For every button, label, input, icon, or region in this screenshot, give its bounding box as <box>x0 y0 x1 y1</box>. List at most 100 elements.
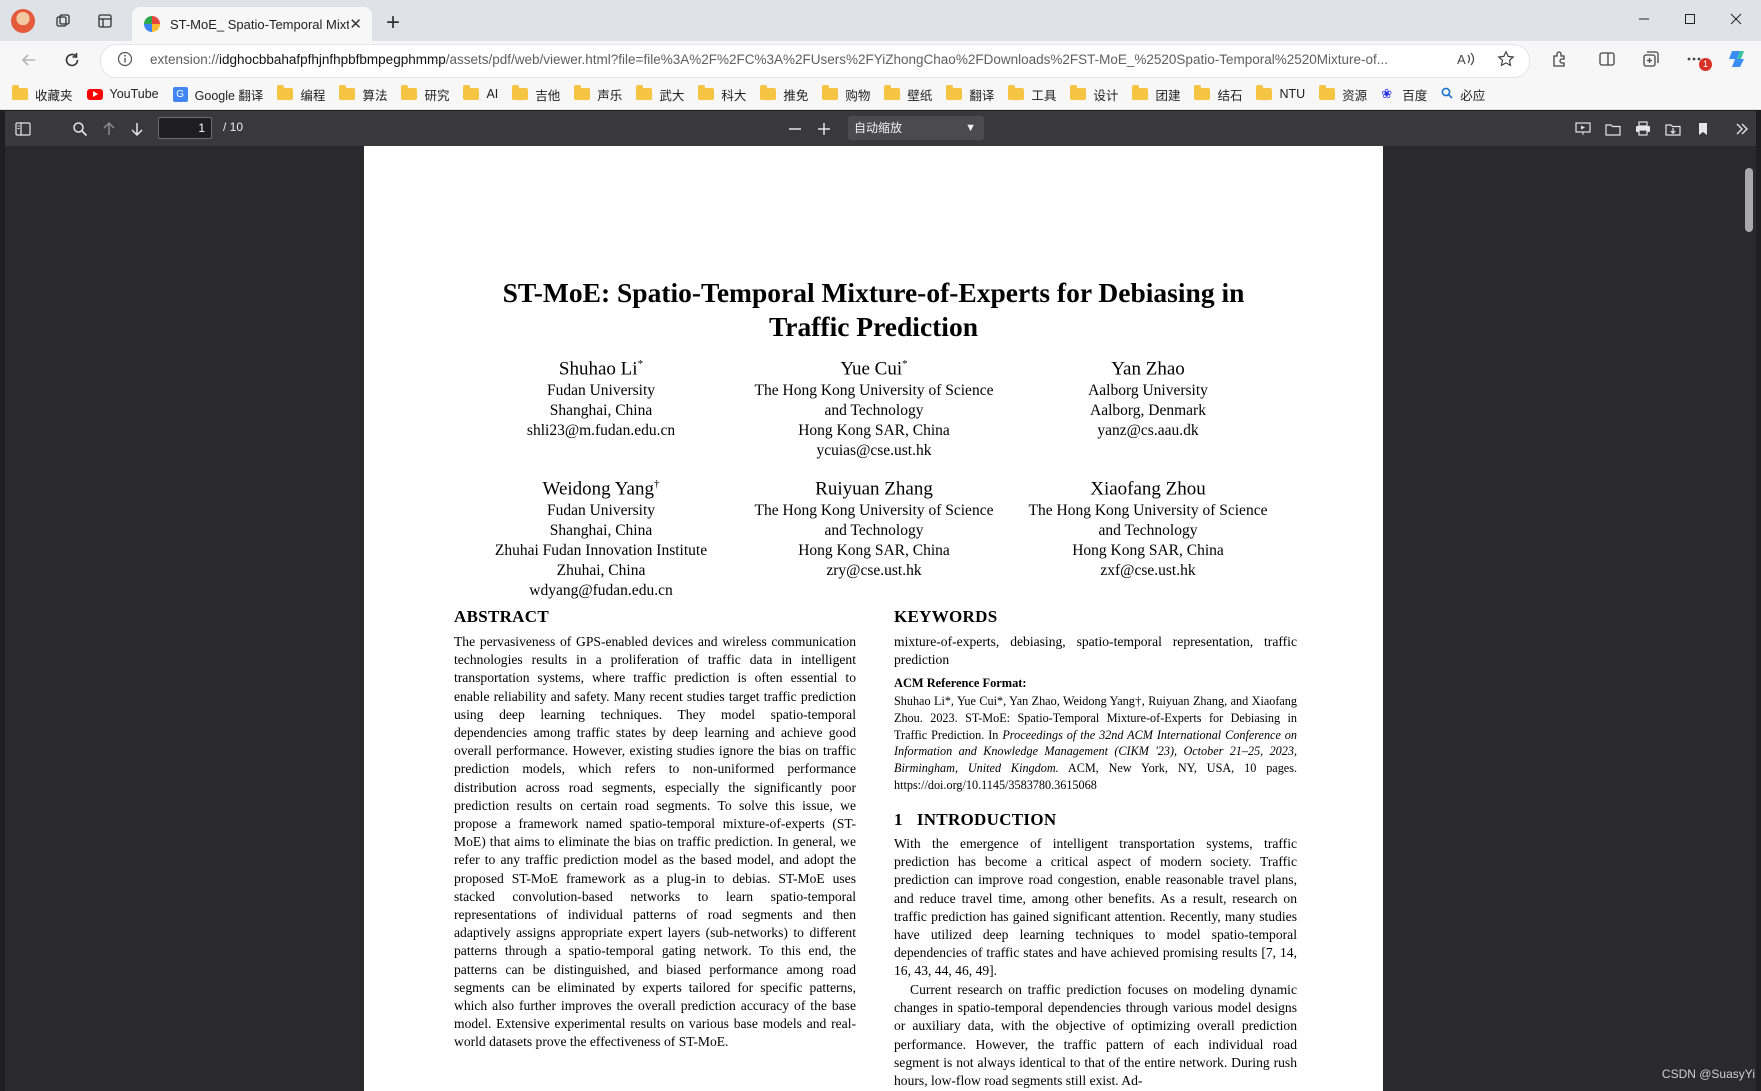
bookmark-folder[interactable]: 购物 <box>822 85 870 104</box>
bookmark-folder[interactable]: 编程 <box>277 85 325 104</box>
maximize-button[interactable] <box>1667 4 1713 34</box>
acm-reference-heading: ACM Reference Format: <box>894 676 1027 690</box>
author-affiliation: Fudan University <box>546 382 656 400</box>
abstract-text: The pervasiveness of GPS-enabled devices… <box>454 634 856 1050</box>
copilot-icon[interactable] <box>1726 47 1750 76</box>
bookmark-folder[interactable]: 武大 <box>636 85 684 104</box>
profile-avatar[interactable] <box>6 4 40 38</box>
keywords-heading: KEYWORDS <box>894 607 998 626</box>
author-email: zry@cse.ust.hk <box>826 562 922 580</box>
folder-icon <box>463 85 480 100</box>
bookmark-folder[interactable]: 设计 <box>1070 85 1118 104</box>
section-title: INTRODUCTION <box>916 810 1057 829</box>
download-icon[interactable] <box>1658 111 1688 146</box>
bookmark-icon[interactable] <box>1688 111 1718 146</box>
bookmark-folder[interactable]: 团建 <box>1132 85 1180 104</box>
folder-icon <box>1319 85 1336 100</box>
folder-icon <box>1132 85 1149 100</box>
previous-page-icon[interactable] <box>94 111 124 146</box>
read-aloud-icon[interactable]: A <box>1456 50 1476 73</box>
collections-icon[interactable] <box>1642 50 1660 73</box>
introduction-paragraph: With the emergence of intelligent transp… <box>894 836 1297 979</box>
bookmark-folder[interactable]: 结石 <box>1194 85 1242 104</box>
open-file-icon[interactable] <box>1598 111 1628 146</box>
bookmark-label: 研究 <box>424 88 450 103</box>
paper-title: ST-MoE: Spatio-Temporal Mixture-of-Exper… <box>364 276 1383 344</box>
tab-actions-icon[interactable] <box>88 4 122 38</box>
url-path: /assets/pdf/web/viewer.html?file=file%3A… <box>445 52 1389 67</box>
bookmark-label: 声乐 <box>597 88 623 103</box>
url-text[interactable]: extension://idghocbbahafpfhjnfhpbfbmpegp… <box>150 52 1440 67</box>
bookmark-label: 翻译 <box>969 88 995 103</box>
bookmark-bing[interactable]: 必应 <box>1441 85 1485 104</box>
new-tab-button[interactable]: + <box>378 9 408 37</box>
youtube-icon <box>86 88 103 100</box>
print-icon[interactable] <box>1628 111 1658 146</box>
author-name: Yue Cui <box>840 358 903 380</box>
bookmark-youtube[interactable]: YouTube <box>86 87 159 101</box>
reload-button[interactable] <box>55 43 89 77</box>
abstract-heading: ABSTRACT <box>454 607 549 626</box>
zoom-in-icon[interactable] <box>809 111 839 146</box>
author-affiliation: and Technology <box>824 402 924 420</box>
author-name: Ruiyuan Zhang <box>815 478 933 500</box>
author-name: Weidong Yang <box>542 478 654 500</box>
author-affiliation: The Hong Kong University of Science <box>754 502 994 520</box>
author-affiliation: The Hong Kong University of Science <box>1028 502 1268 520</box>
bookmark-label: 工具 <box>1031 88 1057 103</box>
bookmark-folder[interactable]: 科大 <box>698 85 746 104</box>
bookmark-folder[interactable]: 研究 <box>401 85 449 104</box>
tab-close-icon[interactable]: ✕ <box>349 15 362 33</box>
bookmark-folder[interactable]: 声乐 <box>574 85 622 104</box>
bookmark-folder[interactable]: 资源 <box>1319 85 1367 104</box>
bookmark-label: 资源 <box>1342 88 1368 103</box>
zoom-select[interactable]: 自动缩放 ▼ <box>848 116 984 140</box>
tab-active[interactable]: ST-MoE_ Spatio-Temporal Mixture-of-Exper… <box>132 7 372 41</box>
author-location: Shanghai, China <box>549 402 653 420</box>
bookmark-folder[interactable]: 算法 <box>339 85 387 104</box>
author-affiliation: Fudan University <box>546 502 656 520</box>
pdf-toolbar: 1 / 10 自动缩放 ▼ <box>5 111 1756 146</box>
bookmark-google-translate[interactable]: G Google 翻译 <box>172 85 263 104</box>
bookmark-favorites[interactable]: 收藏夹 <box>12 85 73 104</box>
bookmark-baidu[interactable]: ❀ 百度 <box>1381 85 1427 104</box>
zoom-out-icon[interactable] <box>780 111 810 146</box>
bookmark-folder[interactable]: 吉他 <box>512 85 560 104</box>
bookmark-label: AI <box>486 87 499 101</box>
site-info-icon[interactable] <box>117 51 133 72</box>
folder-icon <box>822 85 839 100</box>
bookmark-folder[interactable]: 推免 <box>760 85 808 104</box>
bookmark-label: 吉他 <box>535 88 561 103</box>
bookmark-folder[interactable]: 翻译 <box>946 85 994 104</box>
scrollbar-thumb[interactable] <box>1745 168 1753 232</box>
search-icon[interactable] <box>65 111 95 146</box>
bookmark-label: 算法 <box>362 88 388 103</box>
author-email: yanz@cs.aau.dk <box>1097 422 1199 440</box>
bookmark-folder[interactable]: 壁纸 <box>884 85 932 104</box>
workspaces-icon[interactable] <box>46 4 80 38</box>
author-email: zxf@cse.ust.hk <box>1100 562 1196 580</box>
folder-icon <box>277 85 294 100</box>
sidebar-toggle-icon[interactable] <box>8 111 38 146</box>
bookmark-folder[interactable]: 工具 <box>1008 85 1056 104</box>
bookmark-label: 百度 <box>1402 88 1428 103</box>
bookmark-folder[interactable]: AI <box>463 85 499 101</box>
introduction-paragraph: Current research on traffic prediction f… <box>894 982 1297 1089</box>
split-screen-icon[interactable] <box>1598 50 1616 73</box>
back-button[interactable] <box>12 43 46 77</box>
bookmark-folder[interactable]: NTU <box>1256 85 1305 101</box>
page-number-input[interactable]: 1 <box>158 117 212 139</box>
next-page-icon[interactable] <box>122 111 152 146</box>
minimize-button[interactable] <box>1621 4 1667 34</box>
paw-icon: ❀ <box>1381 86 1393 101</box>
author-affiliation: Zhuhai Fudan Innovation Institute <box>494 542 708 560</box>
scrollbar[interactable] <box>1742 146 1756 1091</box>
presentation-mode-icon[interactable] <box>1568 111 1598 146</box>
author-name: Shuhao Li <box>558 358 638 380</box>
tools-chevron-icon[interactable] <box>1727 111 1757 146</box>
extensions-icon[interactable] <box>1551 50 1569 73</box>
close-window-button[interactable] <box>1713 4 1759 34</box>
author-location: Hong Kong SAR, China <box>798 542 950 560</box>
section-number: 1 <box>894 810 903 829</box>
favorite-star-icon[interactable] <box>1497 50 1515 73</box>
